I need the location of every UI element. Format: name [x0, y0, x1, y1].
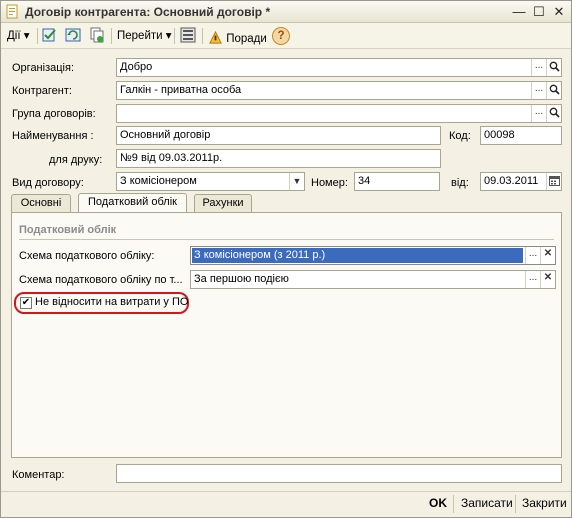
- tax-scheme-select-button[interactable]: ...: [525, 247, 540, 264]
- contract-date-field[interactable]: 09.03.2011: [480, 172, 562, 191]
- tax-scheme-by-value: За першою подією: [194, 273, 289, 285]
- help-icon[interactable]: ?: [272, 27, 290, 45]
- organization-field[interactable]: Добро ...: [116, 58, 562, 77]
- contract-group-label: Група договорів:: [12, 108, 96, 120]
- minimize-button[interactable]: —: [511, 4, 527, 20]
- contract-type-select[interactable]: З комісіонером ▼: [116, 172, 305, 191]
- toolbar-separator: [111, 28, 112, 44]
- print-name-label: для друку:: [49, 154, 103, 166]
- maximize-button[interactable]: ☐: [531, 4, 547, 20]
- tax-scheme-field[interactable]: З комісіонером (з 2011 р.) ... ✕: [190, 246, 556, 265]
- toolbar-separator: [37, 28, 38, 44]
- contract-type-label: Вид договору:: [12, 177, 84, 189]
- tab-accounts[interactable]: Рахунки: [194, 194, 252, 213]
- section-divider: [19, 239, 554, 240]
- goto-menu-button[interactable]: Перейти ▾: [117, 27, 172, 45]
- counterparty-select-button[interactable]: ...: [531, 82, 546, 99]
- title-bar: Договір контрагента: Основний договір * …: [1, 1, 571, 23]
- document-icon: [6, 4, 18, 19]
- tax-scheme-by-field[interactable]: За першою подією ... ✕: [190, 270, 556, 289]
- tax-accounting-panel: Податковий облік Схема податкового облік…: [11, 212, 562, 458]
- chevron-down-icon: ▾: [165, 30, 172, 42]
- tips-button[interactable]: Поради: [208, 27, 267, 45]
- counterparty-label: Контрагент:: [12, 85, 72, 97]
- organization-select-button[interactable]: ...: [531, 59, 546, 76]
- refresh-icon[interactable]: [65, 27, 81, 43]
- save-and-close-icon[interactable]: [42, 27, 58, 43]
- name-value: Основний договір: [120, 129, 211, 141]
- document-structure-icon[interactable]: [180, 27, 196, 43]
- contract-date-label: від:: [451, 177, 469, 189]
- toolbar-separator: [202, 28, 203, 44]
- dialog-window: Договір контрагента: Основний договір * …: [0, 0, 572, 518]
- contract-number-field[interactable]: 34: [354, 172, 440, 191]
- tips-label: Поради: [226, 33, 267, 45]
- tax-scheme-by-label: Схема податкового обліку по т...: [19, 274, 183, 286]
- toolbar: Дії ▾ Перейти ▾ Поради ?: [1, 23, 571, 49]
- tab-main[interactable]: Основні: [11, 194, 71, 213]
- tips-icon: [209, 30, 222, 44]
- contract-date-value: 09.03.2011: [484, 175, 539, 187]
- counterparty-value: Галкін - приватна особа: [120, 84, 242, 96]
- print-name-value: №9 від 09.03.2011р.: [120, 152, 223, 164]
- tax-scheme-value: З комісіонером (з 2011 р.): [192, 248, 523, 263]
- clear-icon[interactable]: ✕: [540, 247, 555, 264]
- goto-menu-label: Перейти: [117, 30, 163, 42]
- contract-number-label: Номер:: [311, 177, 348, 189]
- actions-menu-label: Дії: [7, 30, 21, 42]
- chevron-down-icon: ▾: [23, 30, 30, 42]
- contract-group-field[interactable]: ...: [116, 104, 562, 123]
- print-name-field[interactable]: №9 від 09.03.2011р.: [116, 149, 441, 168]
- organization-label: Організація:: [12, 62, 74, 74]
- chevron-down-icon[interactable]: ▼: [289, 173, 304, 190]
- comment-label: Коментар:: [12, 469, 65, 481]
- save-button[interactable]: Записати: [461, 496, 513, 510]
- footer-separator: [515, 495, 516, 513]
- name-label: Найменування :: [12, 130, 94, 142]
- ok-button[interactable]: OK: [429, 496, 447, 510]
- calendar-icon[interactable]: [546, 173, 561, 190]
- contract-type-value: З комісіонером: [120, 175, 197, 187]
- window-title: Договір контрагента: Основний договір *: [25, 5, 271, 19]
- contract-number-value: 34: [358, 175, 371, 187]
- name-field[interactable]: Основний договір: [116, 126, 441, 145]
- toolbar-separator: [174, 28, 175, 44]
- footer-separator: [453, 495, 454, 513]
- close-window-button[interactable]: ✕: [551, 4, 567, 20]
- actions-menu-button[interactable]: Дії ▾: [7, 27, 30, 45]
- search-icon[interactable]: [546, 105, 561, 122]
- search-icon[interactable]: [546, 59, 561, 76]
- comment-field[interactable]: [116, 464, 562, 483]
- copy-document-icon[interactable]: [89, 27, 105, 43]
- close-button[interactable]: Закрити: [522, 496, 567, 510]
- tab-tax-accounting[interactable]: Податковий облік: [78, 193, 187, 214]
- counterparty-field[interactable]: Галкін - приватна особа ...: [116, 81, 562, 100]
- code-value: 00098: [484, 129, 515, 141]
- tax-scheme-by-select-button[interactable]: ...: [525, 271, 540, 288]
- clear-icon[interactable]: ✕: [540, 271, 555, 288]
- expense-checkbox-label: Не відносити на витрати у ПО: [35, 296, 189, 308]
- code-label: Код:: [449, 130, 471, 142]
- expense-checkbox[interactable]: ✔: [20, 297, 32, 309]
- search-icon[interactable]: [546, 82, 561, 99]
- tax-section-title: Податковий облік: [19, 224, 117, 236]
- code-field[interactable]: 00098: [480, 126, 562, 145]
- organization-value: Добро: [120, 61, 153, 73]
- contract-group-select-button[interactable]: ...: [531, 105, 546, 122]
- tax-scheme-label: Схема податкового обліку:: [19, 250, 155, 262]
- footer-divider: [1, 491, 571, 492]
